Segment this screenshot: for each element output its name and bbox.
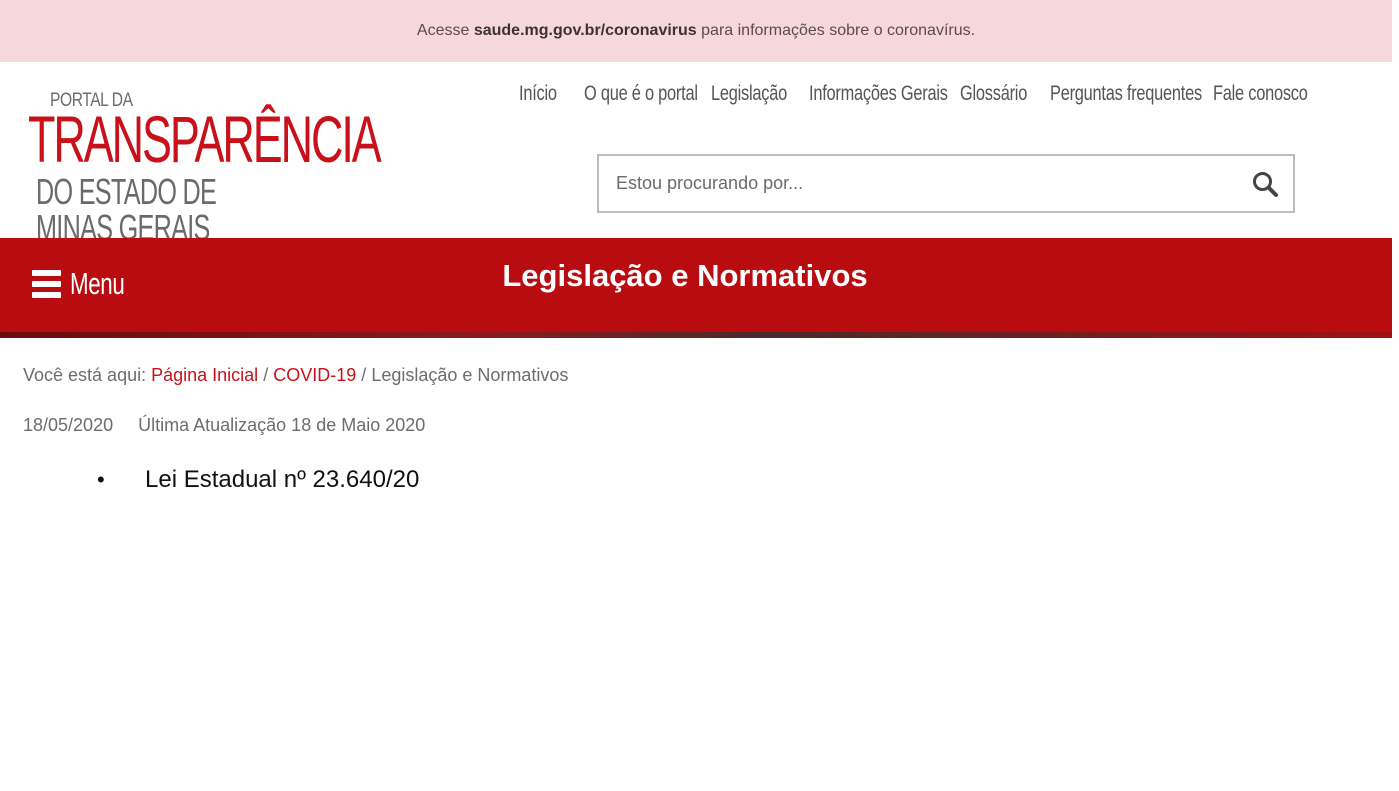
top-nav: Início O que é o portal Legislação Infor… (0, 82, 1392, 112)
search-input[interactable] (599, 156, 1239, 211)
page-banner: Menu Legislação e Normativos (0, 238, 1392, 338)
nav-item-fale-conosco[interactable]: Fale conosco (1213, 82, 1308, 106)
search-icon[interactable] (1251, 170, 1279, 198)
notice-prefix: Acesse (416, 22, 470, 39)
notice-link[interactable]: saude.mg.gov.br/coronavirus (474, 22, 697, 39)
coronavirus-notice-bar: Acesse saude.mg.gov.br/coronavirus para … (0, 0, 1392, 62)
law-link[interactable]: Lei Estadual nº 23.640/20 (145, 466, 419, 494)
page-title: Legislação e Normativos (502, 258, 868, 293)
breadcrumb-separator: / (361, 365, 367, 385)
nav-item-informacoes-gerais[interactable]: Informações Gerais (809, 82, 948, 106)
banner-shadow (0, 332, 1392, 338)
list-item: • Lei Estadual nº 23.640/20 (97, 466, 419, 494)
breadcrumb-separator: / (263, 365, 269, 385)
page-meta: 18/05/2020 Última Atualização 18 de Maio… (23, 415, 425, 436)
nav-item-perguntas-frequentes[interactable]: Perguntas frequentes (1050, 82, 1202, 106)
breadcrumb: Você está aqui: Página Inicial / COVID-1… (23, 365, 568, 386)
logo-line-3: DO ESTADO DE MINAS GERAIS (36, 171, 217, 248)
nav-item-legislacao[interactable]: Legislação (711, 82, 787, 106)
logo-line-2: TRANSPARÊNCIA (28, 102, 382, 176)
breadcrumb-home-link[interactable]: Página Inicial (151, 365, 258, 385)
breadcrumb-covid-link[interactable]: COVID-19 (273, 365, 356, 385)
legislation-list: • Lei Estadual nº 23.640/20 (97, 466, 419, 494)
right-gutter (1392, 0, 1399, 791)
breadcrumb-current: Legislação e Normativos (371, 365, 569, 385)
breadcrumb-prefix: Você está aqui: (23, 365, 147, 385)
last-updated: Última Atualização 18 de Maio 2020 (138, 415, 426, 435)
nav-item-inicio[interactable]: Início (519, 82, 557, 106)
bullet: • (97, 467, 105, 492)
search-box (597, 154, 1295, 213)
site-header: PORTAL DA TRANSPARÊNCIA DO ESTADO DE MIN… (0, 62, 1392, 246)
notice-suffix: para informações sobre o coronavírus. (701, 22, 976, 39)
nav-item-o-que-e-o-portal[interactable]: O que é o portal (584, 82, 698, 106)
publish-date: 18/05/2020 (23, 415, 114, 435)
nav-item-glossario[interactable]: Glossário (960, 82, 1027, 106)
